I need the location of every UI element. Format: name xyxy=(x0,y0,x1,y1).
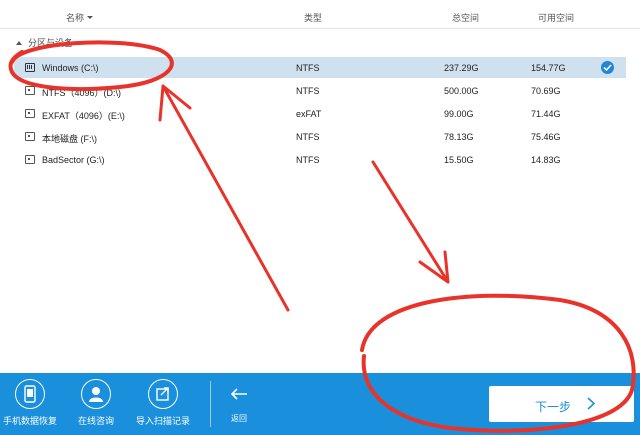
partition-row-e[interactable]: EXFAT（4096）(E:\) exFAT 99.00G 71.44G xyxy=(14,103,626,124)
phone-icon xyxy=(15,379,45,409)
import-scan-record-label: 导入扫描记录 xyxy=(135,416,190,426)
bottom-toolbar: 手机数据恢复 在线咨询 导入扫描记录 返回 下一步 xyxy=(0,373,640,435)
system-drive-icon xyxy=(25,63,35,72)
partition-total: 78.13G xyxy=(444,132,474,142)
column-header-total[interactable]: 总空间 xyxy=(452,11,479,24)
partition-free: 71.44G xyxy=(531,109,561,119)
back-button[interactable]: 返回 xyxy=(222,387,256,424)
column-header-name-label: 名称 xyxy=(66,13,85,23)
partition-total: 15.50G xyxy=(444,155,474,165)
partition-row-d[interactable]: NTFS（4096）(D:\) NTFS 500.00G 70.69G xyxy=(14,80,626,101)
table-header: 名称 类型 总空间 可用空间 xyxy=(0,0,640,29)
drive-icon xyxy=(25,132,35,141)
partition-total: 500.00G xyxy=(444,86,479,96)
sort-caret-icon xyxy=(87,16,94,19)
partition-total: 99.00G xyxy=(444,109,474,119)
annotation-arrow-to-next xyxy=(371,160,450,284)
drive-icon xyxy=(25,155,35,164)
partition-row-g[interactable]: BadSector (G:\) NTFS 15.50G 14.83G xyxy=(14,149,626,170)
section-title: 分区与设备 xyxy=(28,38,74,48)
partition-name: NTFS（4096）(D:\) xyxy=(42,88,122,98)
chevron-right-icon xyxy=(587,397,595,410)
section-partitions-devices[interactable]: 分区与设备 xyxy=(16,36,73,49)
partition-name: BadSector (G:\) xyxy=(42,155,105,165)
partition-name: EXFAT（4096）(E:\) xyxy=(42,111,125,121)
drive-icon xyxy=(25,109,35,118)
partition-type: NTFS xyxy=(296,155,320,165)
column-header-name[interactable]: 名称 xyxy=(66,11,94,24)
column-header-type[interactable]: 类型 xyxy=(304,11,322,24)
partition-total: 237.29G xyxy=(444,63,479,73)
partition-name: 本地磁盘 (F:\) xyxy=(42,134,97,144)
collapse-caret-icon[interactable] xyxy=(16,40,22,45)
user-support-icon xyxy=(81,379,111,409)
partition-type: NTFS xyxy=(296,63,320,73)
import-record-icon xyxy=(148,379,178,409)
next-step-label: 下一步 xyxy=(535,400,572,414)
partition-free: 14.83G xyxy=(531,155,561,165)
partition-name: Windows (C:\) xyxy=(42,63,99,73)
column-header-free[interactable]: 可用空间 xyxy=(538,11,574,24)
partition-free: 70.69G xyxy=(531,86,561,96)
phone-recovery-button[interactable]: 手机数据恢复 xyxy=(0,379,60,427)
online-consult-label: 在线咨询 xyxy=(77,416,114,426)
online-consult-button[interactable]: 在线咨询 xyxy=(66,379,126,427)
partition-row-c[interactable]: Windows (C:\) NTFS 237.29G 154.77G xyxy=(14,57,626,78)
partition-selection-window: 名称 类型 总空间 可用空间 分区与设备 Windows (C:\) NTFS … xyxy=(0,0,640,435)
partition-free: 154.77G xyxy=(531,63,566,73)
phone-recovery-label: 手机数据恢复 xyxy=(2,416,57,426)
next-step-button[interactable]: 下一步 xyxy=(489,386,634,422)
selected-check-icon xyxy=(601,61,614,74)
drive-icon xyxy=(25,86,35,95)
partition-free: 75.46G xyxy=(531,132,561,142)
partition-type: NTFS xyxy=(296,86,320,96)
import-scan-record-button[interactable]: 导入扫描记录 xyxy=(133,379,193,427)
arrow-left-icon xyxy=(230,388,247,400)
partition-type: exFAT xyxy=(296,109,322,119)
toolbar-divider xyxy=(210,381,211,427)
back-label: 返回 xyxy=(231,414,247,423)
partition-type: NTFS xyxy=(296,132,320,142)
partition-row-f[interactable]: 本地磁盘 (F:\) NTFS 78.13G 75.46G xyxy=(14,126,626,147)
